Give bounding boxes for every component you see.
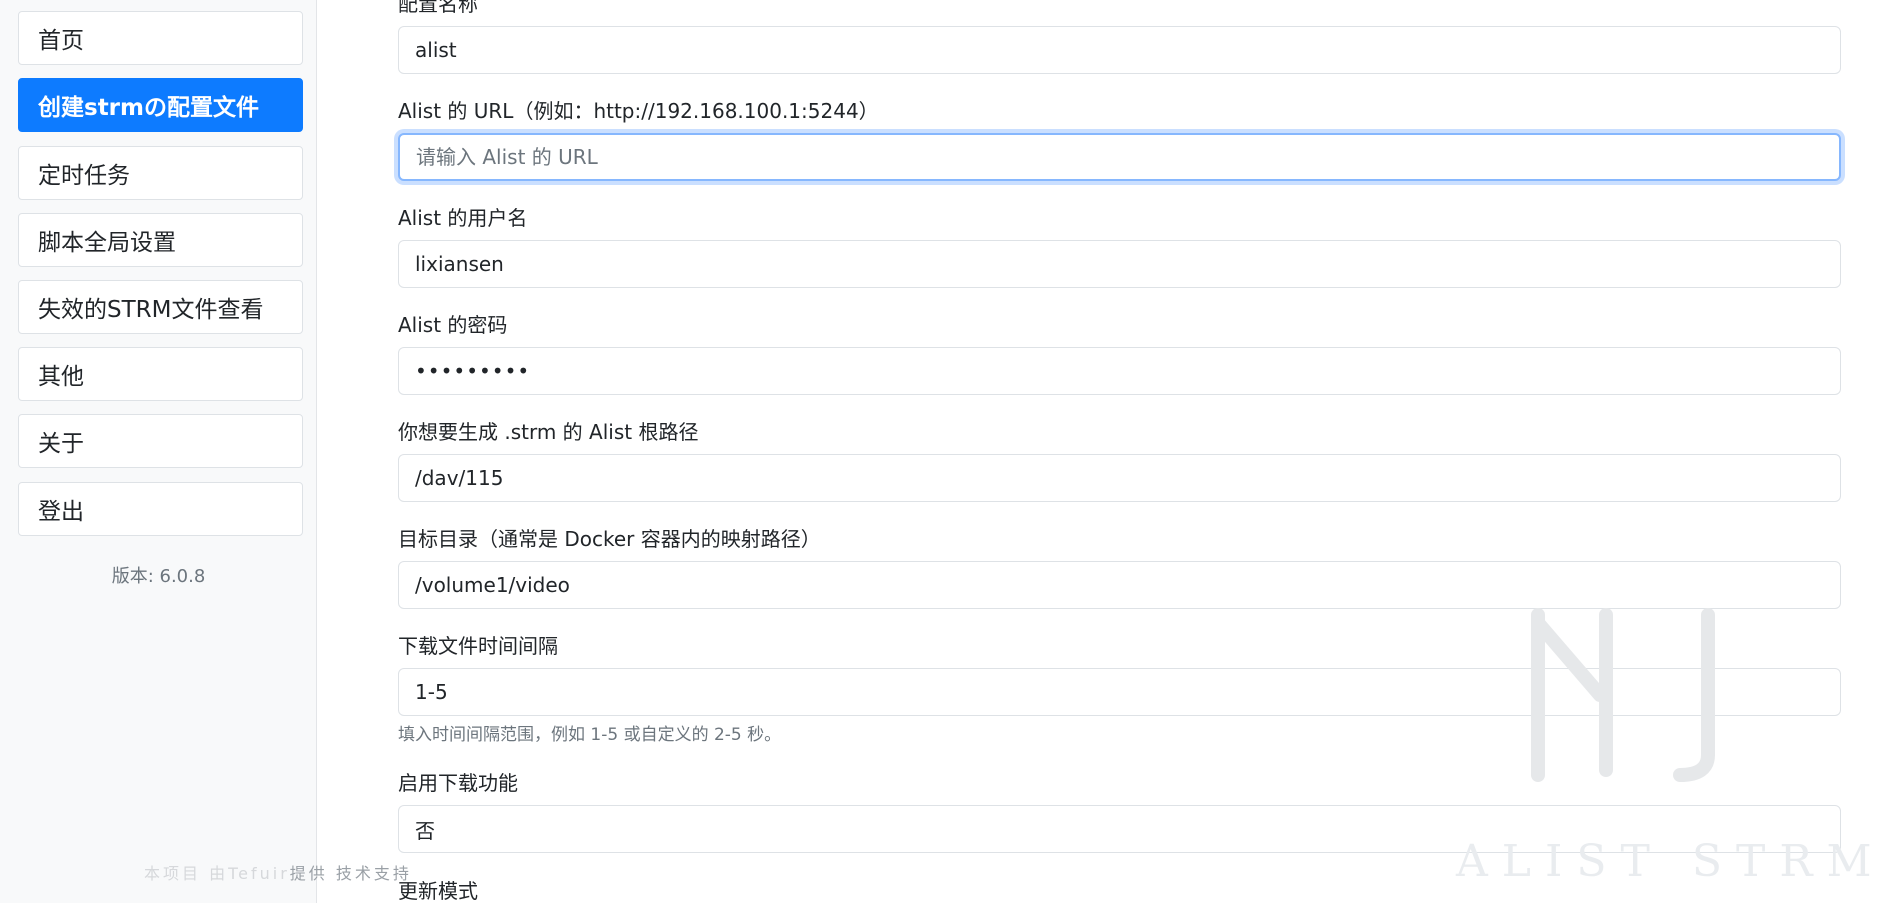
download-interval-input[interactable]: 1-5 <box>398 668 1841 716</box>
sidebar-item-home[interactable]: 首页 <box>18 11 303 65</box>
alist-url-input[interactable] <box>398 133 1841 181</box>
sidebar-item-invalid-strm[interactable]: 失效的STRM文件查看 <box>18 280 303 334</box>
config-name-label: 配置名称 <box>398 0 478 16</box>
alist-password-label: Alist 的密码 <box>398 313 508 337</box>
watermark-text: ALIST STRM <box>1456 836 1886 887</box>
version-label: 版本: 6.0.8 <box>111 566 206 587</box>
target-dir-label: 目标目录（通常是 Docker 容器内的映射路径） <box>398 527 821 551</box>
root-path-input[interactable]: /dav/115 <box>398 454 1841 502</box>
alist-username-label: Alist 的用户名 <box>398 206 528 230</box>
sidebar-item-global-settings[interactable]: 脚本全局设置 <box>18 213 303 267</box>
sidebar-item-logout[interactable]: 登出 <box>18 482 303 536</box>
download-interval-hint: 填入时间间隔范围，例如 1-5 或自定义的 2-5 秒。 <box>398 725 782 745</box>
sidebar-item-create-config[interactable]: 创建strmの配置文件 <box>18 78 303 132</box>
download-interval-label: 下载文件时间间隔 <box>398 634 558 658</box>
root-path-label: 你想要生成 .strm 的 Alist 根路径 <box>398 420 699 444</box>
alist-username-input[interactable]: lixiansen <box>398 240 1841 288</box>
target-dir-input[interactable]: /volume1/video <box>398 561 1841 609</box>
main-form: 配置名称 alist Alist 的 URL（例如：http://192.168… <box>318 0 1902 903</box>
enable-download-label: 启用下载功能 <box>398 771 518 795</box>
alist-url-label: Alist 的 URL（例如：http://192.168.100.1:5244… <box>398 99 879 123</box>
sidebar-item-scheduled-tasks[interactable]: 定时任务 <box>18 146 303 200</box>
config-name-input[interactable]: alist <box>398 26 1841 74</box>
sidebar: 首页 创建strmの配置文件 定时任务 脚本全局设置 失效的STRM文件查看 其… <box>0 0 317 903</box>
sidebar-item-other[interactable]: 其他 <box>18 347 303 401</box>
credit-pre: 本项目 由Tefuir <box>144 864 290 883</box>
update-mode-label: 更新模式 <box>398 879 478 903</box>
sidebar-item-about[interactable]: 关于 <box>18 414 303 468</box>
alist-password-input[interactable]: ••••••••• <box>398 347 1841 395</box>
